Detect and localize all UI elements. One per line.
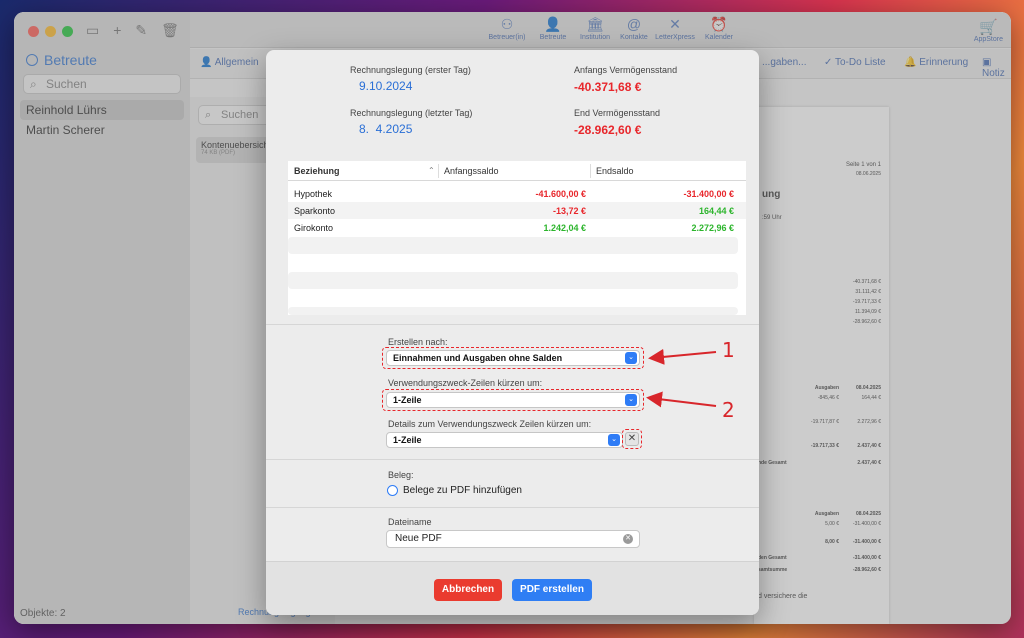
annotation-arrow-2: [646, 391, 717, 408]
annotation-number-2: 2: [722, 398, 735, 422]
annotation-arrows: [646, 348, 717, 408]
annotation-arrow-1: [648, 348, 717, 365]
annotation-number-1: 1: [722, 338, 735, 362]
